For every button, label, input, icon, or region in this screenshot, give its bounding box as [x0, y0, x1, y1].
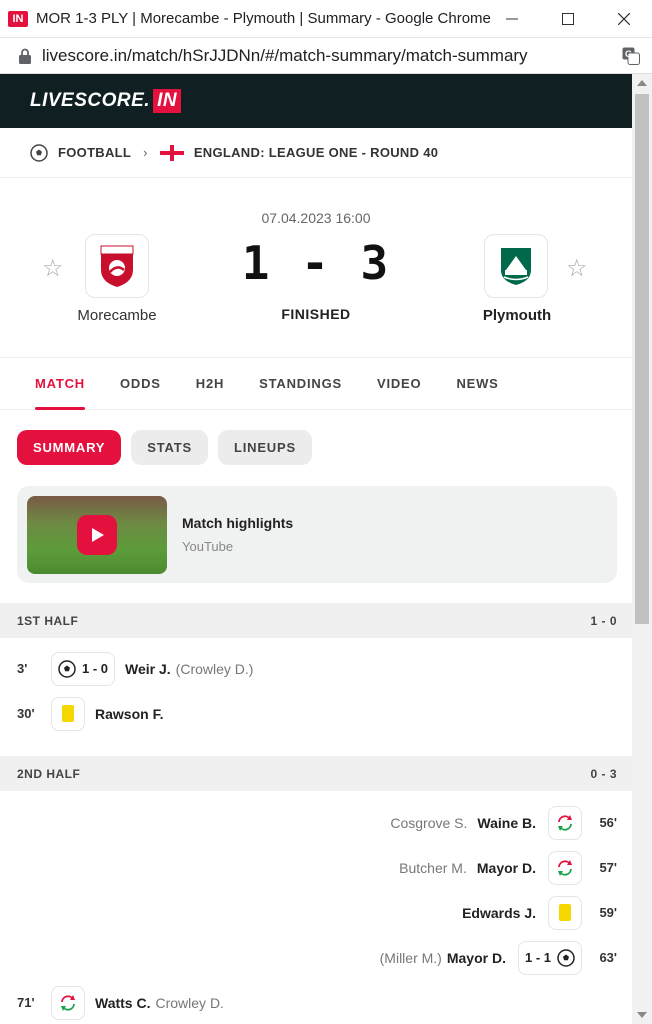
match-highlights-card[interactable]: Match highlights YouTube [17, 486, 617, 583]
event-row: 3' 1 - 0 Weir J. (Crowley D.) [0, 646, 632, 691]
substitution-box [51, 985, 85, 1020]
event-sub-out[interactable]: Crowley D. [155, 995, 223, 1011]
event-player[interactable]: Rawson F. [95, 706, 163, 722]
first-half-score: 1 - 0 [590, 613, 617, 628]
url-text[interactable]: livescore.in/match/hSrJJDNn/#/match-summ… [42, 46, 528, 66]
second-half-score: 0 - 3 [590, 766, 617, 781]
event-row: 30' Rawson F. [0, 691, 632, 736]
window-titlebar: IN MOR 1-3 PLY | Morecambe - Plymouth | … [0, 0, 652, 38]
close-button[interactable] [596, 0, 652, 38]
substitution-box [548, 805, 582, 840]
event-player[interactable]: Mayor D. [447, 950, 506, 966]
tab-h2h[interactable]: H2H [196, 358, 224, 410]
subtabs: SUMMARY STATS LINEUPS [0, 410, 632, 484]
event-minute: 59' [599, 905, 617, 920]
yellow-card-box [51, 696, 85, 731]
event-row: Cosgrove S. Waine B. 56' [0, 800, 632, 845]
second-half-label: 2ND HALF [17, 766, 81, 781]
address-bar[interactable]: livescore.in/match/hSrJJDNn/#/match-summ… [0, 38, 652, 74]
translate-icon[interactable]: G [622, 47, 640, 65]
tab-standings[interactable]: STANDINGS [259, 358, 342, 410]
logo-in-badge: IN [153, 89, 182, 113]
livescore-logo[interactable]: LIVESCORE. IN [30, 89, 182, 113]
event-player[interactable]: Edwards J. [462, 905, 536, 921]
soccer-ball-icon [557, 948, 575, 967]
event-minute: 56' [599, 815, 617, 830]
event-row: Edwards J. 59' [0, 890, 632, 935]
event-player[interactable]: Watts C. [95, 995, 150, 1011]
event-minute: 3' [17, 661, 28, 676]
event-row: 71' Watts C. Crowley D. [0, 980, 632, 1024]
england-flag-icon [159, 144, 184, 161]
yellow-card-icon [62, 705, 74, 722]
yellow-card-icon [559, 904, 571, 921]
event-score: 1 - 1 [524, 950, 551, 965]
maximize-button[interactable] [540, 0, 596, 38]
minimize-button[interactable] [484, 0, 540, 38]
subtab-lineups[interactable]: LINEUPS [217, 429, 312, 465]
event-minute: 63' [599, 950, 617, 965]
scroll-thumb[interactable] [635, 94, 649, 624]
play-icon[interactable] [77, 514, 117, 555]
window-controls [484, 0, 652, 38]
away-team-logo[interactable] [484, 234, 548, 298]
chevron-right-icon: › [143, 145, 148, 160]
second-half-header: 2ND HALF 0 - 3 [0, 756, 632, 791]
away-team-name[interactable]: Plymouth [447, 307, 587, 324]
lock-icon [18, 48, 32, 64]
first-half-label: 1ST HALF [17, 613, 79, 628]
page-viewport: LIVESCORE. IN FOOTBALL › ENGLAND: LEAGUE… [0, 74, 632, 1024]
tab-match[interactable]: MATCH [35, 358, 85, 410]
event-player[interactable]: Waine B. [477, 815, 536, 831]
yellow-card-box [548, 895, 582, 930]
substitution-icon [558, 814, 572, 831]
breadcrumb: FOOTBALL › ENGLAND: LEAGUE ONE - ROUND 4… [0, 128, 632, 178]
goal-score-box: 1 - 1 [517, 940, 582, 975]
livescore-app-icon: IN [8, 10, 28, 27]
first-half-header: 1ST HALF 1 - 0 [0, 603, 632, 638]
match-datetime: 07.04.2023 16:00 [261, 210, 371, 226]
highlights-source: YouTube [182, 539, 234, 554]
match-tabs: MATCH ODDS H2H STANDINGS VIDEO NEWS [0, 358, 632, 410]
event-sub-out[interactable]: Butcher M. [399, 860, 467, 876]
match-header: ☆ Morecambe 07.04.2023 16:00 1 - 3 FINIS… [0, 178, 632, 358]
vertical-scrollbar[interactable] [632, 74, 652, 1024]
event-sub-out[interactable]: Cosgrove S. [390, 815, 467, 831]
event-score: 1 - 0 [82, 661, 109, 676]
subtab-summary[interactable]: SUMMARY [17, 429, 122, 465]
svg-text:G: G [625, 49, 632, 59]
highlights-thumbnail[interactable] [27, 495, 167, 574]
event-player[interactable]: Weir J. [125, 661, 171, 677]
minimize-icon [506, 18, 518, 20]
event-row: Butcher M. Mayor D. 57' [0, 845, 632, 890]
tab-video[interactable]: VIDEO [377, 358, 421, 410]
tab-odds[interactable]: ODDS [120, 358, 161, 410]
site-header: LIVESCORE. IN [0, 74, 632, 128]
highlights-title[interactable]: Match highlights [182, 515, 293, 531]
breadcrumb-sport[interactable]: FOOTBALL [58, 145, 131, 160]
scroll-up-icon[interactable] [637, 80, 647, 86]
window-title: MOR 1-3 PLY | Morecambe - Plymouth | Sum… [36, 10, 491, 27]
substitution-icon [558, 859, 572, 876]
scroll-down-icon[interactable] [637, 1012, 647, 1018]
substitution-box [548, 850, 582, 885]
event-row: (Miller M.) Mayor D. 1 - 1 63' [0, 935, 632, 980]
event-assist[interactable]: (Miller M.) [380, 950, 442, 966]
event-assist[interactable]: (Crowley D.) [176, 661, 254, 677]
close-icon [618, 13, 630, 25]
football-icon [30, 143, 48, 162]
event-player[interactable]: Mayor D. [477, 860, 536, 876]
favorite-away-star-icon[interactable]: ☆ [566, 254, 588, 283]
soccer-ball-icon [58, 659, 76, 678]
breadcrumb-competition[interactable]: ENGLAND: LEAGUE ONE - ROUND 40 [194, 145, 438, 160]
subtab-stats[interactable]: STATS [131, 429, 208, 465]
maximize-icon [562, 13, 574, 25]
goal-score-box: 1 - 0 [51, 651, 116, 686]
event-minute: 30' [17, 706, 35, 721]
event-minute: 57' [599, 860, 617, 875]
event-minute: 71' [17, 995, 35, 1010]
logo-text: LIVESCORE. [30, 90, 151, 111]
tab-news[interactable]: NEWS [456, 358, 498, 410]
substitution-icon [61, 994, 75, 1011]
